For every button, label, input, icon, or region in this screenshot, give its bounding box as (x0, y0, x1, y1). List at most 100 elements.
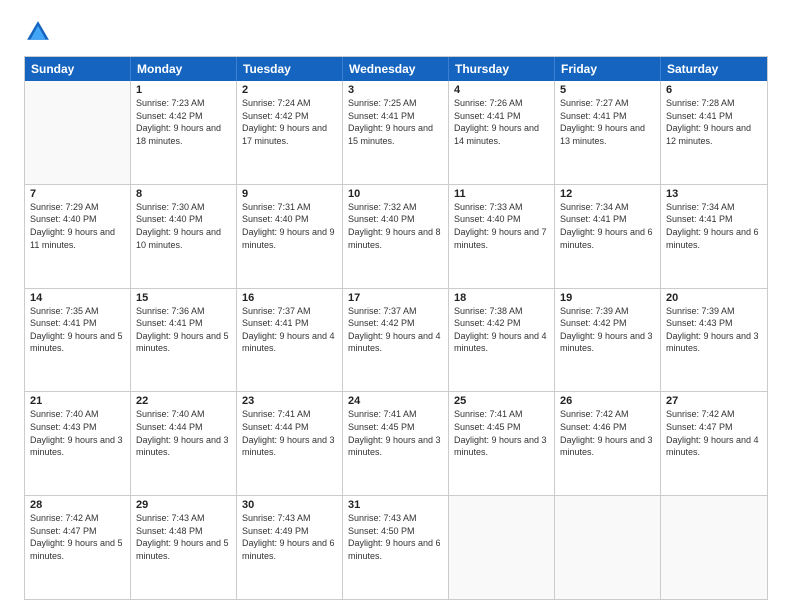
cal-cell: 25Sunrise: 7:41 AMSunset: 4:45 PMDayligh… (449, 392, 555, 495)
cal-cell: 3Sunrise: 7:25 AMSunset: 4:41 PMDaylight… (343, 81, 449, 184)
day-number: 31 (348, 499, 443, 511)
day-number: 12 (560, 188, 655, 200)
cal-header-tuesday: Tuesday (237, 57, 343, 81)
day-number: 17 (348, 292, 443, 304)
cal-cell: 27Sunrise: 7:42 AMSunset: 4:47 PMDayligh… (661, 392, 767, 495)
cal-cell: 10Sunrise: 7:32 AMSunset: 4:40 PMDayligh… (343, 185, 449, 288)
cal-cell: 5Sunrise: 7:27 AMSunset: 4:41 PMDaylight… (555, 81, 661, 184)
day-info: Sunrise: 7:34 AMSunset: 4:41 PMDaylight:… (666, 201, 762, 251)
cal-cell: 2Sunrise: 7:24 AMSunset: 4:42 PMDaylight… (237, 81, 343, 184)
day-number: 19 (560, 292, 655, 304)
cal-cell: 12Sunrise: 7:34 AMSunset: 4:41 PMDayligh… (555, 185, 661, 288)
cal-cell: 8Sunrise: 7:30 AMSunset: 4:40 PMDaylight… (131, 185, 237, 288)
day-info: Sunrise: 7:41 AMSunset: 4:44 PMDaylight:… (242, 408, 337, 458)
day-info: Sunrise: 7:30 AMSunset: 4:40 PMDaylight:… (136, 201, 231, 251)
calendar: SundayMondayTuesdayWednesdayThursdayFrid… (24, 56, 768, 600)
logo (24, 18, 56, 46)
day-info: Sunrise: 7:25 AMSunset: 4:41 PMDaylight:… (348, 97, 443, 147)
day-number: 21 (30, 395, 125, 407)
cal-cell: 26Sunrise: 7:42 AMSunset: 4:46 PMDayligh… (555, 392, 661, 495)
day-number: 14 (30, 292, 125, 304)
cal-cell: 9Sunrise: 7:31 AMSunset: 4:40 PMDaylight… (237, 185, 343, 288)
day-info: Sunrise: 7:27 AMSunset: 4:41 PMDaylight:… (560, 97, 655, 147)
cal-cell: 7Sunrise: 7:29 AMSunset: 4:40 PMDaylight… (25, 185, 131, 288)
day-info: Sunrise: 7:43 AMSunset: 4:48 PMDaylight:… (136, 512, 231, 562)
day-info: Sunrise: 7:31 AMSunset: 4:40 PMDaylight:… (242, 201, 337, 251)
cal-cell: 4Sunrise: 7:26 AMSunset: 4:41 PMDaylight… (449, 81, 555, 184)
cal-cell: 24Sunrise: 7:41 AMSunset: 4:45 PMDayligh… (343, 392, 449, 495)
day-number: 11 (454, 188, 549, 200)
day-number: 16 (242, 292, 337, 304)
cal-cell (25, 81, 131, 184)
day-number: 15 (136, 292, 231, 304)
cal-cell: 13Sunrise: 7:34 AMSunset: 4:41 PMDayligh… (661, 185, 767, 288)
cal-cell: 29Sunrise: 7:43 AMSunset: 4:48 PMDayligh… (131, 496, 237, 599)
day-info: Sunrise: 7:32 AMSunset: 4:40 PMDaylight:… (348, 201, 443, 251)
cal-header-wednesday: Wednesday (343, 57, 449, 81)
day-number: 9 (242, 188, 337, 200)
day-number: 26 (560, 395, 655, 407)
day-info: Sunrise: 7:43 AMSunset: 4:50 PMDaylight:… (348, 512, 443, 562)
day-info: Sunrise: 7:28 AMSunset: 4:41 PMDaylight:… (666, 97, 762, 147)
day-info: Sunrise: 7:40 AMSunset: 4:43 PMDaylight:… (30, 408, 125, 458)
day-number: 18 (454, 292, 549, 304)
cal-cell (661, 496, 767, 599)
cal-week-3: 14Sunrise: 7:35 AMSunset: 4:41 PMDayligh… (25, 289, 767, 393)
cal-week-4: 21Sunrise: 7:40 AMSunset: 4:43 PMDayligh… (25, 392, 767, 496)
day-number: 22 (136, 395, 231, 407)
logo-icon (24, 18, 52, 46)
day-info: Sunrise: 7:40 AMSunset: 4:44 PMDaylight:… (136, 408, 231, 458)
day-info: Sunrise: 7:42 AMSunset: 4:46 PMDaylight:… (560, 408, 655, 458)
cal-cell: 18Sunrise: 7:38 AMSunset: 4:42 PMDayligh… (449, 289, 555, 392)
cal-header-friday: Friday (555, 57, 661, 81)
cal-header-monday: Monday (131, 57, 237, 81)
day-info: Sunrise: 7:39 AMSunset: 4:43 PMDaylight:… (666, 305, 762, 355)
day-number: 4 (454, 84, 549, 96)
cal-cell: 14Sunrise: 7:35 AMSunset: 4:41 PMDayligh… (25, 289, 131, 392)
cal-cell: 16Sunrise: 7:37 AMSunset: 4:41 PMDayligh… (237, 289, 343, 392)
day-number: 27 (666, 395, 762, 407)
cal-cell: 30Sunrise: 7:43 AMSunset: 4:49 PMDayligh… (237, 496, 343, 599)
day-number: 2 (242, 84, 337, 96)
day-number: 1 (136, 84, 231, 96)
day-info: Sunrise: 7:29 AMSunset: 4:40 PMDaylight:… (30, 201, 125, 251)
cal-cell: 23Sunrise: 7:41 AMSunset: 4:44 PMDayligh… (237, 392, 343, 495)
cal-cell: 1Sunrise: 7:23 AMSunset: 4:42 PMDaylight… (131, 81, 237, 184)
day-info: Sunrise: 7:39 AMSunset: 4:42 PMDaylight:… (560, 305, 655, 355)
day-info: Sunrise: 7:34 AMSunset: 4:41 PMDaylight:… (560, 201, 655, 251)
cal-header-sunday: Sunday (25, 57, 131, 81)
day-info: Sunrise: 7:26 AMSunset: 4:41 PMDaylight:… (454, 97, 549, 147)
day-number: 24 (348, 395, 443, 407)
cal-cell: 28Sunrise: 7:42 AMSunset: 4:47 PMDayligh… (25, 496, 131, 599)
day-info: Sunrise: 7:41 AMSunset: 4:45 PMDaylight:… (348, 408, 443, 458)
cal-cell: 19Sunrise: 7:39 AMSunset: 4:42 PMDayligh… (555, 289, 661, 392)
cal-header-thursday: Thursday (449, 57, 555, 81)
cal-cell: 21Sunrise: 7:40 AMSunset: 4:43 PMDayligh… (25, 392, 131, 495)
day-info: Sunrise: 7:33 AMSunset: 4:40 PMDaylight:… (454, 201, 549, 251)
day-info: Sunrise: 7:36 AMSunset: 4:41 PMDaylight:… (136, 305, 231, 355)
day-info: Sunrise: 7:42 AMSunset: 4:47 PMDaylight:… (666, 408, 762, 458)
day-number: 30 (242, 499, 337, 511)
day-number: 13 (666, 188, 762, 200)
day-number: 5 (560, 84, 655, 96)
calendar-header-row: SundayMondayTuesdayWednesdayThursdayFrid… (25, 57, 767, 81)
day-number: 20 (666, 292, 762, 304)
day-number: 10 (348, 188, 443, 200)
day-number: 23 (242, 395, 337, 407)
cal-cell: 22Sunrise: 7:40 AMSunset: 4:44 PMDayligh… (131, 392, 237, 495)
day-info: Sunrise: 7:43 AMSunset: 4:49 PMDaylight:… (242, 512, 337, 562)
cal-week-5: 28Sunrise: 7:42 AMSunset: 4:47 PMDayligh… (25, 496, 767, 599)
day-number: 29 (136, 499, 231, 511)
cal-week-2: 7Sunrise: 7:29 AMSunset: 4:40 PMDaylight… (25, 185, 767, 289)
day-info: Sunrise: 7:42 AMSunset: 4:47 PMDaylight:… (30, 512, 125, 562)
cal-header-saturday: Saturday (661, 57, 767, 81)
day-info: Sunrise: 7:24 AMSunset: 4:42 PMDaylight:… (242, 97, 337, 147)
day-info: Sunrise: 7:23 AMSunset: 4:42 PMDaylight:… (136, 97, 231, 147)
day-info: Sunrise: 7:37 AMSunset: 4:41 PMDaylight:… (242, 305, 337, 355)
cal-cell: 20Sunrise: 7:39 AMSunset: 4:43 PMDayligh… (661, 289, 767, 392)
cal-cell: 31Sunrise: 7:43 AMSunset: 4:50 PMDayligh… (343, 496, 449, 599)
cal-cell (555, 496, 661, 599)
cal-cell: 15Sunrise: 7:36 AMSunset: 4:41 PMDayligh… (131, 289, 237, 392)
cal-cell: 6Sunrise: 7:28 AMSunset: 4:41 PMDaylight… (661, 81, 767, 184)
cal-week-1: 1Sunrise: 7:23 AMSunset: 4:42 PMDaylight… (25, 81, 767, 185)
